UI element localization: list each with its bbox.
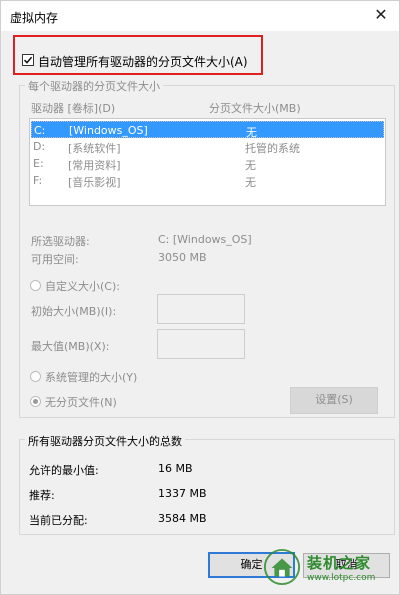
column-header-drive: 驱动器 [卷标](D) xyxy=(31,102,116,115)
no-paging-file-label[interactable]: 无分页文件(N) xyxy=(45,394,117,410)
drive-size: 无 xyxy=(245,159,256,172)
system-managed-label[interactable]: 系统管理的大小(Y) xyxy=(45,369,137,385)
set-button[interactable]: 设置(S) xyxy=(290,387,378,414)
recommended-value: 1337 MB xyxy=(158,487,207,500)
free-space-label: 可用空间: xyxy=(31,253,79,266)
drive-list[interactable]: C: [Windows_OS] 无 D: [系统软件] 托管的系统 E: [常用… xyxy=(29,118,386,206)
close-icon[interactable]: ✕ xyxy=(369,4,393,28)
drive-letter: E: xyxy=(33,157,44,170)
selected-drive-value: C: [Windows_OS] xyxy=(158,233,252,246)
list-item[interactable]: F: [音乐影视] 无 xyxy=(31,172,384,189)
selected-drive-label: 所选驱动器: xyxy=(31,235,90,248)
totals-group-legend: 所有驱动器分页文件大小的总数 xyxy=(25,433,185,449)
no-paging-file-radio[interactable] xyxy=(30,396,41,407)
watermark-title: 装机之家 xyxy=(307,554,372,572)
watermark: 装机之家 www.lotpc.com xyxy=(263,546,393,591)
currently-allocated-value: 3584 MB xyxy=(158,512,207,525)
recommended-label: 推荐: xyxy=(29,489,55,502)
currently-allocated-label: 当前已分配: xyxy=(29,514,88,527)
drive-letter: C: xyxy=(34,124,46,137)
drive-size: 无 xyxy=(245,176,256,189)
auto-manage-label[interactable]: 自动管理所有驱动器的分页文件大小(A) xyxy=(38,53,248,70)
system-managed-radio[interactable] xyxy=(30,371,41,382)
custom-size-radio[interactable] xyxy=(30,280,41,291)
drive-letter: F: xyxy=(33,174,43,187)
custom-size-label[interactable]: 自定义大小(C): xyxy=(45,278,120,294)
house-logo-icon xyxy=(263,548,301,586)
max-size-input[interactable] xyxy=(157,329,245,359)
drive-label: [常用资料] xyxy=(68,159,121,172)
watermark-url: www.lotpc.com xyxy=(307,573,376,583)
column-header-size: 分页文件大小(MB) xyxy=(209,102,301,115)
checkmark-icon xyxy=(23,56,33,64)
initial-size-label: 初始大小(MB)(I): xyxy=(31,305,117,318)
min-allowed-label: 允许的最小值: xyxy=(29,464,99,477)
virtual-memory-dialog: 虚拟内存 ✕ 自动管理所有驱动器的分页文件大小(A) 每个驱动器的分页文件大小 … xyxy=(0,0,400,595)
auto-manage-checkbox[interactable] xyxy=(22,54,34,66)
list-item[interactable]: D: [系统软件] 托管的系统 xyxy=(31,138,384,155)
min-allowed-value: 16 MB xyxy=(158,462,193,475)
drive-label: [系统软件] xyxy=(68,142,121,155)
drive-size: 托管的系统 xyxy=(245,142,300,155)
list-item[interactable]: C: [Windows_OS] 无 xyxy=(31,121,384,139)
drive-label: [Windows_OS] xyxy=(69,124,148,137)
window-title: 虚拟内存 xyxy=(10,11,59,25)
initial-size-input[interactable] xyxy=(157,294,245,324)
max-size-label: 最大值(MB)(X): xyxy=(31,340,110,353)
free-space-value: 3050 MB xyxy=(158,251,207,264)
drives-group-legend: 每个驱动器的分页文件大小 xyxy=(25,78,163,94)
list-item[interactable]: E: [常用资料] 无 xyxy=(31,155,384,172)
drive-label: [音乐影视] xyxy=(68,176,121,189)
title-bar: 虚拟内存 ✕ xyxy=(1,1,399,31)
drive-letter: D: xyxy=(33,140,46,153)
